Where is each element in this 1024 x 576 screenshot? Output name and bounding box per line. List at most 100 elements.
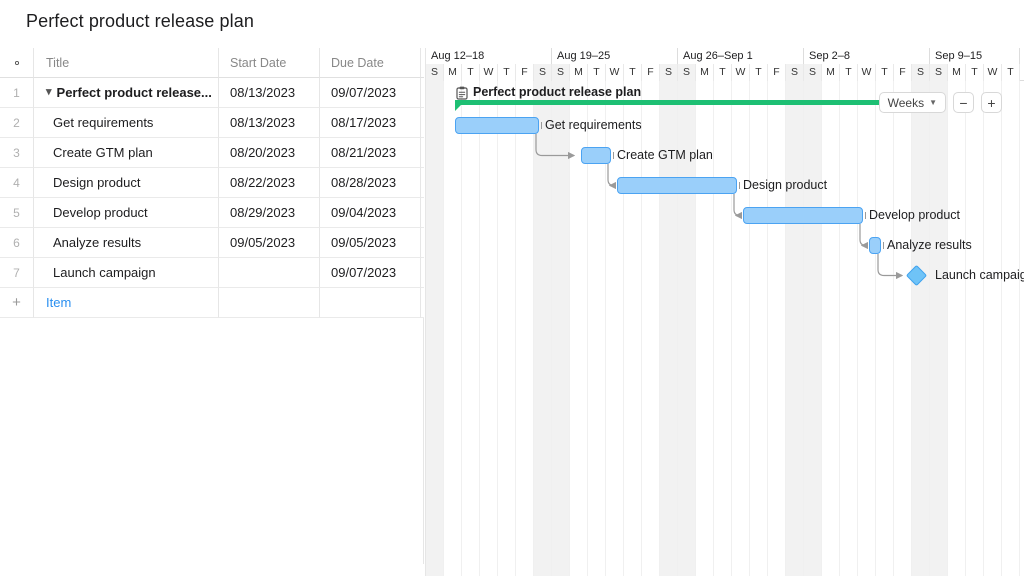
zoom-in-button[interactable]: +	[981, 92, 1002, 113]
row-title-cell[interactable]: Develop product	[34, 198, 219, 228]
summary-bar-start-cap	[455, 105, 461, 111]
gantt-bar-tick	[739, 182, 740, 189]
timeline-day-label: S	[804, 64, 822, 81]
task-grid: Title Start Date Due Date 1 ▾ Perfect pr…	[0, 48, 424, 576]
timeline-week-header: Aug 12–18 Aug 19–25 Aug 26–Sep 1 Sep 2–8 Sep…	[426, 48, 1024, 64]
timeline-day-label: M	[822, 64, 840, 81]
timeline-day-label: T	[624, 64, 642, 81]
row-start-date[interactable]: 08/13/2023	[219, 108, 320, 138]
gantt-bar[interactable]	[455, 117, 539, 134]
page-title: Perfect product release plan	[26, 11, 254, 31]
column-header-due-date[interactable]: Due Date	[320, 48, 421, 78]
row-start-date[interactable]: 08/29/2023	[219, 198, 320, 228]
timeline-day-label: S	[426, 64, 444, 81]
gantt-bar[interactable]	[581, 147, 611, 164]
timeline-day-label: W	[984, 64, 1002, 81]
timeline-day-label: S	[678, 64, 696, 81]
row-due-date[interactable]: 08/28/2023	[320, 168, 421, 198]
row-title-cell[interactable]: ▾ Perfect product release...	[34, 78, 219, 108]
gantt-bar[interactable]	[743, 207, 863, 224]
gantt-bar[interactable]	[869, 237, 881, 254]
row-start-date[interactable]	[219, 258, 320, 288]
row-title-cell[interactable]: Analyze results	[34, 228, 219, 258]
dependency-arrow	[733, 194, 742, 220]
add-item-row[interactable]: + Item	[0, 288, 424, 318]
row-due-date[interactable]: 09/07/2023	[320, 78, 421, 108]
row-number: 5	[0, 198, 34, 228]
gantt-bar-tick	[883, 242, 884, 249]
settings-column-header[interactable]	[0, 48, 34, 78]
row-due-date[interactable]: 08/17/2023	[320, 108, 421, 138]
table-row[interactable]: 6 Analyze results 09/05/2023 09/05/2023	[0, 228, 424, 258]
table-row[interactable]: 5 Develop product 08/29/2023 09/04/2023	[0, 198, 424, 228]
timeline-toolbar: Weeks ▼ − +	[878, 92, 1002, 113]
row-title-cell[interactable]: Create GTM plan	[34, 138, 219, 168]
column-header-title[interactable]: Title	[34, 48, 219, 78]
gantt-bar-label: Design product	[743, 178, 828, 192]
timeline-week-label: Sep 9–15	[930, 48, 1020, 64]
row-number: 7	[0, 258, 34, 288]
timeline-day-label: F	[894, 64, 912, 81]
row-title-cell[interactable]: Launch campaign	[34, 258, 219, 288]
zoom-level-select[interactable]: Weeks ▼	[878, 92, 946, 113]
gantt-bar-label: Launch campaign	[935, 268, 1024, 282]
timeline-week-label: Aug 19–25	[552, 48, 678, 64]
timeline-day-label: T	[498, 64, 516, 81]
timeline-day-header: SMTWTFSSMTWTFSSMTWTFSSMTWTFSSMTWT	[426, 64, 1024, 81]
row-title-cell[interactable]: Design product	[34, 168, 219, 198]
timeline-day-label: W	[480, 64, 498, 81]
timeline-day-label: F	[768, 64, 786, 81]
timeline-day-label: F	[516, 64, 534, 81]
zoom-out-button[interactable]: −	[953, 92, 974, 113]
timeline-day-label: S	[660, 64, 678, 81]
chevron-down-icon[interactable]: ▾	[46, 85, 52, 98]
timeline-day-label: M	[696, 64, 714, 81]
summary-bar[interactable]	[455, 100, 917, 105]
dependency-arrow	[535, 134, 576, 160]
add-row-due-cell[interactable]	[320, 288, 421, 318]
gantt-bar[interactable]	[617, 177, 737, 194]
row-due-date[interactable]: 09/04/2023	[320, 198, 421, 228]
gantt-bar-tick	[865, 212, 866, 219]
row-due-date[interactable]: 09/07/2023	[320, 258, 421, 288]
row-tail	[421, 228, 424, 258]
row-tail	[421, 288, 424, 318]
timeline-day-label: T	[840, 64, 858, 81]
row-due-date[interactable]: 09/05/2023	[320, 228, 421, 258]
timeline-day-label: T	[876, 64, 894, 81]
timeline-day-label: W	[732, 64, 750, 81]
column-header-start-date[interactable]: Start Date	[219, 48, 320, 78]
gear-icon	[14, 60, 19, 65]
table-row[interactable]: 4 Design product 08/22/2023 08/28/2023	[0, 168, 424, 198]
row-tail	[421, 138, 424, 168]
gantt-bar-label: Analyze results	[887, 238, 972, 252]
row-start-date[interactable]: 09/05/2023	[219, 228, 320, 258]
add-row-start-cell[interactable]	[219, 288, 320, 318]
table-row[interactable]: 2 Get requirements 08/13/2023 08/17/2023	[0, 108, 424, 138]
timeline-day-label: S	[534, 64, 552, 81]
table-row[interactable]: 7 Launch campaign 09/07/2023	[0, 258, 424, 288]
timeline-week-label: Aug 12–18	[426, 48, 552, 64]
add-item-button[interactable]: Item	[34, 288, 219, 318]
table-row[interactable]: 1 ▾ Perfect product release... 08/13/202…	[0, 78, 424, 108]
timeline-day-label: S	[552, 64, 570, 81]
gantt-bar-tick	[541, 122, 542, 129]
add-row-plus-icon[interactable]: +	[0, 288, 34, 318]
row-due-date[interactable]: 08/21/2023	[320, 138, 421, 168]
row-start-date[interactable]: 08/20/2023	[219, 138, 320, 168]
timeline-day-label: T	[1002, 64, 1020, 81]
row-start-date[interactable]: 08/13/2023	[219, 78, 320, 108]
summary-bar-label: Perfect product release plan	[473, 85, 642, 99]
row-title-cell[interactable]: Get requirements	[34, 108, 219, 138]
table-row[interactable]: 3 Create GTM plan 08/20/2023 08/21/2023	[0, 138, 424, 168]
dependency-arrow	[859, 224, 868, 250]
gantt-bar-label: Create GTM plan	[617, 148, 713, 162]
timeline-day-label: M	[948, 64, 966, 81]
row-start-date[interactable]: 08/22/2023	[219, 168, 320, 198]
timeline-body: Perfect product release plan Get requirem…	[426, 81, 1024, 576]
timeline-day-label: T	[966, 64, 984, 81]
row-tail	[421, 168, 424, 198]
timeline-day-label: S	[930, 64, 948, 81]
dependency-connectors	[535, 134, 904, 280]
row-tail	[421, 258, 424, 288]
